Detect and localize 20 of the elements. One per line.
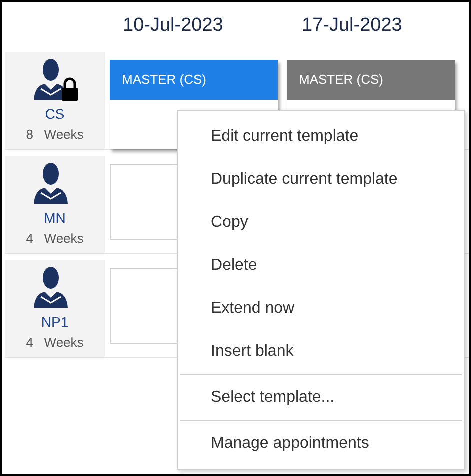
staff-name: CS bbox=[45, 105, 65, 124]
menu-item[interactable]: Delete bbox=[178, 244, 464, 287]
week-date: 17-Jul-2023 bbox=[302, 14, 404, 38]
staff-panel[interactable]: CS 8 Weeks bbox=[5, 52, 105, 149]
staff-panel[interactable]: MN 4 Weeks bbox=[5, 156, 105, 253]
duration-text: 4 Weeks bbox=[26, 230, 84, 248]
menu-item[interactable]: Duplicate current template bbox=[178, 158, 464, 201]
staff-name: NP1 bbox=[41, 313, 69, 332]
template-title: MASTER (CS) bbox=[287, 60, 455, 100]
week-date: 10-Jul-2023 bbox=[123, 14, 224, 38]
menu-item[interactable]: Extend now bbox=[178, 287, 464, 330]
duration-text: 4 Weeks bbox=[26, 334, 84, 352]
menu-item[interactable]: Manage appointments bbox=[178, 422, 464, 465]
duration-text: 8 Weeks bbox=[26, 126, 84, 144]
staff-name: MN bbox=[44, 209, 66, 228]
menu-item[interactable]: Select template... bbox=[178, 376, 464, 419]
menu-item[interactable]: Copy bbox=[178, 201, 464, 244]
template-title: MASTER (CS) bbox=[110, 60, 278, 100]
staff-panel[interactable]: NP1 4 Weeks bbox=[5, 260, 105, 357]
menu-item[interactable]: Insert blank bbox=[178, 330, 464, 373]
